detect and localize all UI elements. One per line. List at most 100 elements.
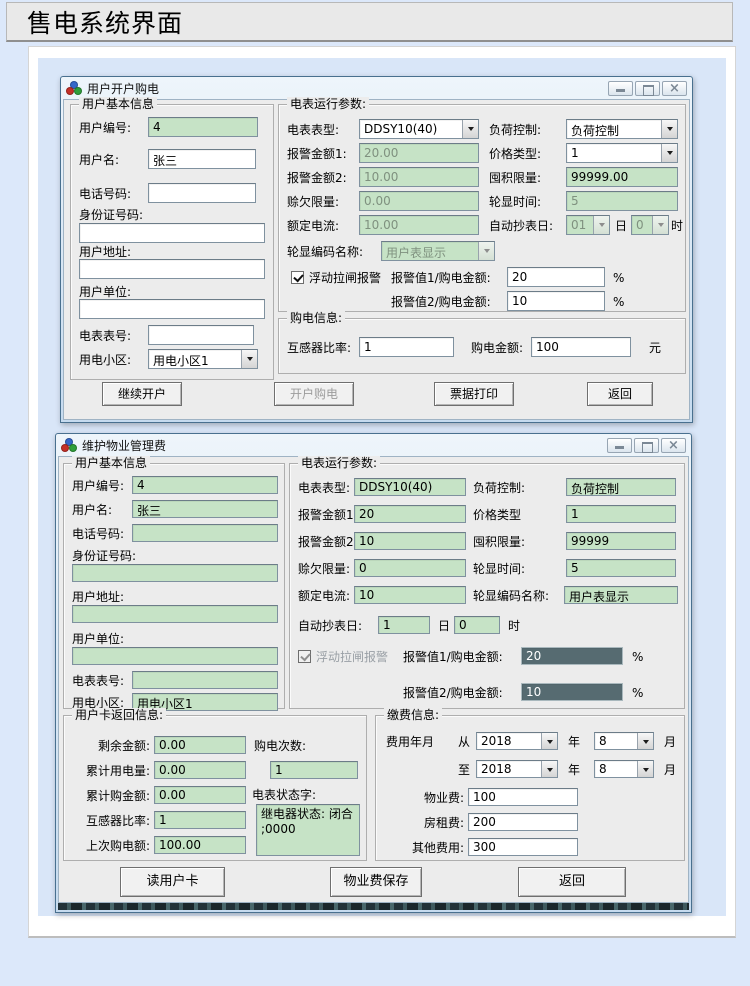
credit-limit-field[interactable]: 0.00 xyxy=(359,191,479,211)
chevron-down-icon[interactable] xyxy=(241,350,257,368)
save-property-fee-button[interactable]: 物业费保存 xyxy=(330,867,422,897)
close-icon[interactable] xyxy=(661,438,686,453)
user-name-label: 用户名: xyxy=(79,151,119,169)
auto-read-hour-value: 0 xyxy=(632,216,652,234)
meter-type-field[interactable]: DDSY10(40) xyxy=(354,478,466,496)
price-type-field[interactable]: 1 xyxy=(566,505,676,523)
day-unit-label: 日 xyxy=(438,617,450,635)
user-no-label: 用户编号: xyxy=(72,477,124,495)
unit-field[interactable] xyxy=(79,299,265,319)
alarm-pct1-field[interactable]: 20 xyxy=(507,267,605,287)
print-receipt-button[interactable]: 票据打印 xyxy=(434,382,514,406)
user-name-field[interactable]: 张三 xyxy=(132,500,278,518)
district-combobox[interactable]: 用电小区1 xyxy=(148,349,258,369)
purchase-amount-field[interactable]: 100 xyxy=(531,337,631,357)
property-fee-field[interactable]: 100 xyxy=(468,788,578,806)
other-fee-field[interactable]: 300 xyxy=(468,838,578,856)
meter-no-field[interactable] xyxy=(148,325,254,345)
auto-read-day-field[interactable]: 1 xyxy=(378,616,430,634)
rent-fee-field[interactable]: 200 xyxy=(468,813,578,831)
month-to-combobox[interactable]: 8 xyxy=(594,760,654,778)
rated-current-field[interactable]: 10.00 xyxy=(359,215,479,235)
chevron-down-icon[interactable] xyxy=(462,120,478,138)
ct-ratio-label: 互感器比率: xyxy=(287,339,351,357)
chevron-down-icon[interactable] xyxy=(541,761,557,777)
cycle-time-field[interactable]: 5 xyxy=(566,559,676,577)
titlebar[interactable]: 维护物业管理费 xyxy=(56,434,691,456)
user-no-field[interactable]: 4 xyxy=(148,117,258,137)
maximize-icon[interactable] xyxy=(634,438,659,453)
titlebar[interactable]: 用户开户购电 xyxy=(61,77,692,99)
phone-field[interactable] xyxy=(148,183,256,203)
back-button[interactable]: 返回 xyxy=(587,382,653,406)
rent-fee-label: 房租费: xyxy=(380,814,464,832)
hoard-limit-field[interactable]: 99999 xyxy=(566,532,676,550)
year-from-combobox[interactable]: 2018 xyxy=(476,732,558,750)
user-name-field[interactable]: 张三 xyxy=(148,149,256,169)
chevron-down-icon[interactable] xyxy=(661,144,677,162)
alarm-pct2-field[interactable]: 10 xyxy=(521,683,623,701)
total-usage-field[interactable]: 0.00 xyxy=(154,761,246,779)
alarm2-label: 报警金额2: xyxy=(287,169,347,187)
balance-field[interactable]: 0.00 xyxy=(154,736,246,754)
group-purchase-info: 购电信息: 互感器比率: 1 购电金额: 100 元 xyxy=(278,318,686,374)
chevron-down-icon[interactable] xyxy=(637,733,653,749)
hour-unit-label: 时 xyxy=(671,217,683,235)
cycle-code-field[interactable]: 用户表显示 xyxy=(564,586,678,604)
alarm2-field[interactable]: 10 xyxy=(354,532,466,550)
purchase-count-field[interactable]: 1 xyxy=(270,761,358,779)
month-from-combobox[interactable]: 8 xyxy=(594,732,654,750)
alarm-pct2-field[interactable]: 10 xyxy=(507,291,605,311)
hoard-limit-field[interactable]: 99999.00 xyxy=(566,167,678,187)
auto-read-hour-combobox[interactable]: 0 xyxy=(631,215,669,235)
continue-open-button[interactable]: 继续开户 xyxy=(102,382,182,406)
chevron-down-icon[interactable] xyxy=(637,761,653,777)
month-unit: 月 xyxy=(664,733,676,751)
price-type-combobox[interactable]: 1 xyxy=(566,143,678,163)
chevron-down-icon[interactable] xyxy=(541,733,557,749)
credit-limit-field[interactable]: 0 xyxy=(354,559,466,577)
group-title: 电表运行参数: xyxy=(287,97,369,111)
id-card-field[interactable] xyxy=(72,564,278,582)
ct-ratio-field[interactable]: 1 xyxy=(154,811,246,829)
back-button[interactable]: 返回 xyxy=(518,867,626,897)
auto-read-day-combobox[interactable]: 01 xyxy=(566,215,610,235)
window-title: 维护物业管理费 xyxy=(82,437,166,454)
minimize-icon[interactable] xyxy=(607,438,632,453)
address-field[interactable] xyxy=(72,605,278,623)
address-field[interactable] xyxy=(79,259,265,279)
alarm-pct1-field[interactable]: 20 xyxy=(521,647,623,665)
cycle-code-combobox[interactable]: 用户表显示 xyxy=(381,241,495,261)
meter-no-field[interactable] xyxy=(132,671,278,689)
phone-field[interactable] xyxy=(132,524,278,542)
load-control-combobox[interactable]: 负荷控制 xyxy=(566,119,678,139)
minimize-icon[interactable] xyxy=(608,81,633,96)
user-no-field[interactable]: 4 xyxy=(132,476,278,494)
maximize-icon[interactable] xyxy=(635,81,660,96)
last-purchase-field[interactable]: 100.00 xyxy=(154,836,246,854)
chevron-down-icon xyxy=(652,216,668,234)
year-to-combobox[interactable]: 2018 xyxy=(476,760,558,778)
chevron-down-icon[interactable] xyxy=(661,120,677,138)
ct-ratio-field[interactable]: 1 xyxy=(359,337,454,357)
unit-field[interactable] xyxy=(72,647,278,665)
rated-current-field[interactable]: 10 xyxy=(354,586,466,604)
rated-current-label: 额定电流: xyxy=(287,217,339,235)
float-alarm-checkbox[interactable] xyxy=(291,271,304,284)
meter-type-combobox[interactable]: DDSY10(40) xyxy=(359,119,479,139)
auto-read-hour-field[interactable]: 0 xyxy=(454,616,500,634)
last-purchase-label: 上次购电额: xyxy=(66,837,150,855)
read-card-button[interactable]: 读用户卡 xyxy=(120,867,225,897)
open-purchase-button[interactable]: 开户购电 xyxy=(274,382,354,406)
id-card-field[interactable] xyxy=(79,223,265,243)
cycle-time-field[interactable]: 5 xyxy=(566,191,678,211)
month-from-value: 8 xyxy=(595,733,637,749)
total-purchase-field[interactable]: 0.00 xyxy=(154,786,246,804)
alarm1-field[interactable]: 20.00 xyxy=(359,143,479,163)
group-card-return-info: 用户卡返回信息: 剩余金额: 0.00 购电次数: 累计用电量: 0.00 1 … xyxy=(63,715,367,861)
close-icon[interactable] xyxy=(662,81,687,96)
alarm-pct1-label: 报警值1/购电金额: xyxy=(403,648,503,666)
alarm2-field[interactable]: 10.00 xyxy=(359,167,479,187)
alarm1-field[interactable]: 20 xyxy=(354,505,466,523)
load-control-field[interactable]: 负荷控制 xyxy=(566,478,676,496)
